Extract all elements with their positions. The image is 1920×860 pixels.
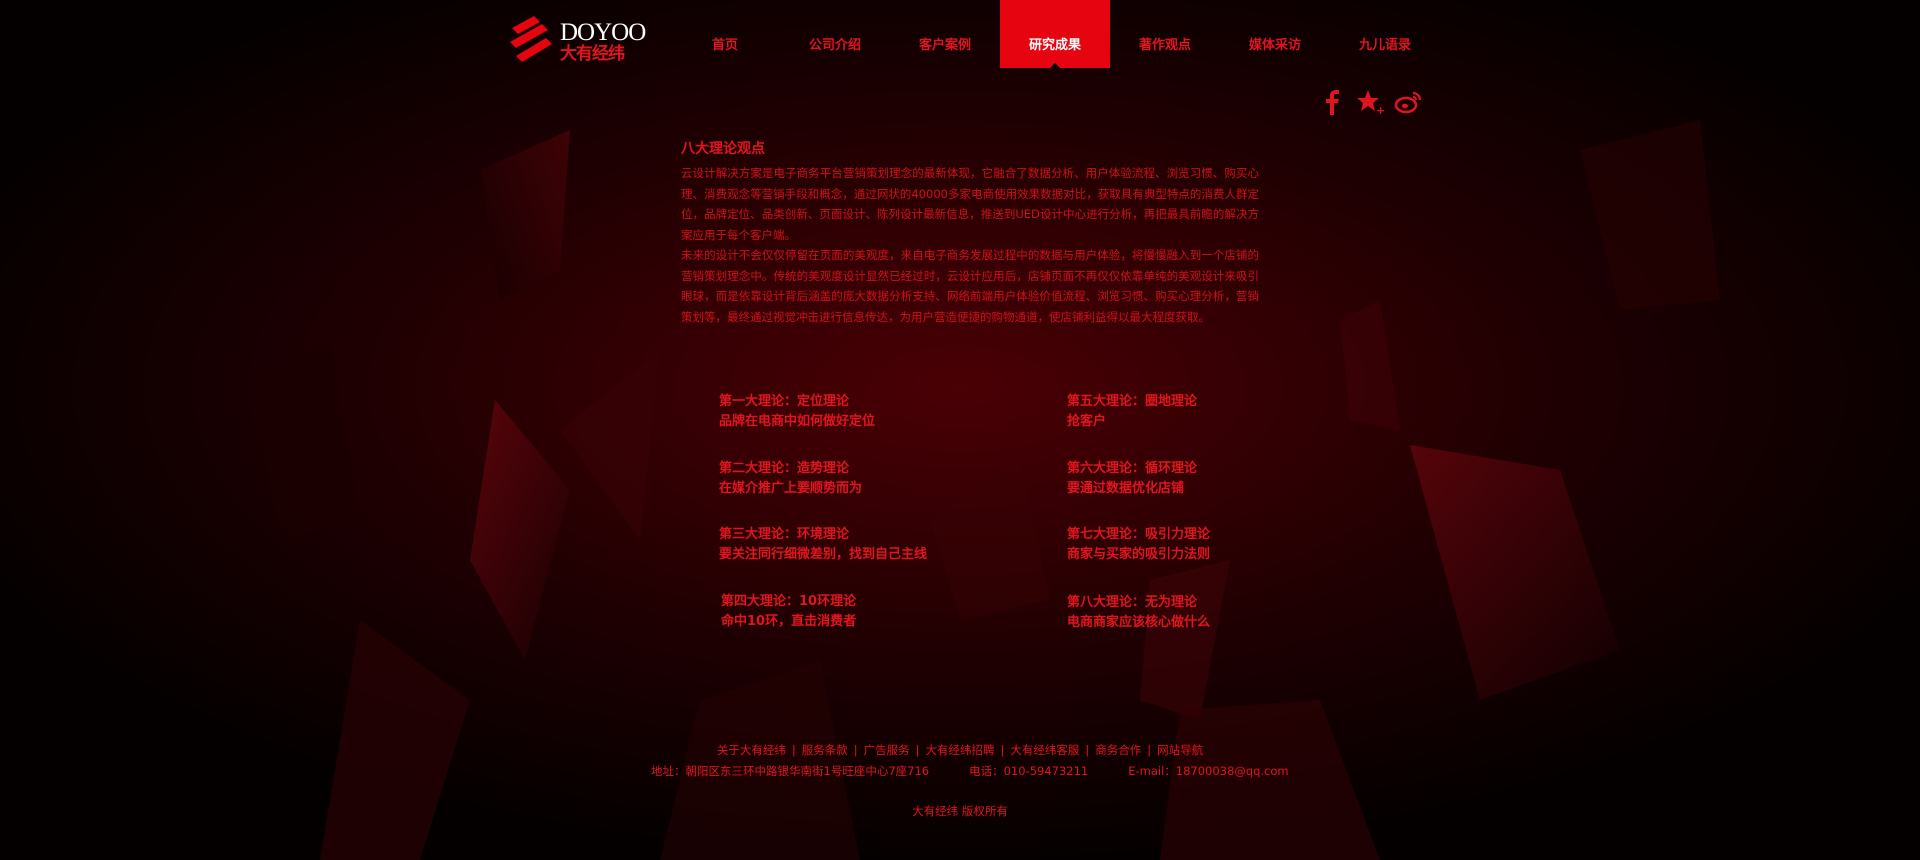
brand-logo[interactable]: DOYOO 大有经纬: [508, 14, 646, 66]
footer-links: 关于大有经纬 | 服务条款 | 广告服务 | 大有经纬招聘 | 大有经纬客服 | 商务合作 | 网站导航: [0, 742, 1920, 758]
theory-desc: 在媒介推广上要顺势而为: [719, 481, 863, 496]
intro-section: 八大理论观点 云设计解决方案是电子商务平台营销策划理念的最新体现，它融合了数据分…: [681, 138, 1259, 327]
theory-item: 第四大理论：10环理论 命中10环，直击消费者: [721, 592, 856, 632]
logo-text-en: DOYOO: [560, 19, 646, 46]
theory-desc: 要通过数据优化店铺: [1067, 481, 1185, 496]
theory-title: 第三大理论：环境理论: [719, 527, 850, 542]
logo-mark-icon: [510, 16, 552, 62]
theory-item: 第一大理论：定位理论 品牌在电商中如何做好定位: [719, 392, 875, 432]
social-links: +: [1318, 88, 1422, 116]
footer-phone: 电话：010-59473211: [969, 764, 1089, 778]
theory-item: 第八大理论：无为理论 电商商家应该核心做什么: [1067, 593, 1210, 633]
nav-label: 著作观点: [1138, 37, 1191, 53]
theory-item: 第六大理论：循环理论 要通过数据优化店铺: [1067, 459, 1197, 499]
theory-title: 第四大理论：10环理论: [721, 594, 857, 609]
footer-separator: |: [853, 743, 858, 757]
nav-item-about[interactable]: 公司介绍: [780, 0, 890, 68]
theory-desc: 电商商家应该核心做什么: [1067, 615, 1211, 630]
theory-item: 第五大理论：圈地理论 抢客户: [1067, 392, 1197, 432]
logo-text-cn: 大有经纬: [560, 44, 625, 64]
footer-link-ads[interactable]: 广告服务: [864, 743, 910, 757]
nav-item-cases[interactable]: 客户案例: [890, 0, 1000, 68]
theory-item: 第三大理论：环境理论 要关注同行细微差别，找到自己主线: [719, 525, 927, 565]
nav-item-home[interactable]: 首页: [670, 0, 780, 68]
nav-label: 客户案例: [918, 37, 971, 53]
nav-item-quotes[interactable]: 九儿语录: [1330, 0, 1440, 68]
intro-title: 八大理论观点: [681, 141, 765, 157]
theory-desc: 要关注同行细微差别，找到自己主线: [719, 547, 928, 562]
theory-title: 第七大理论：吸引力理论: [1067, 527, 1211, 542]
intro-paragraph-1: 云设计解决方案是电子商务平台营销策划理念的最新体现，它融合了数据分析、用户体验流…: [681, 166, 1259, 242]
theory-item: 第二大理论：造势理论 在媒介推广上要顺势而为: [719, 459, 862, 499]
theory-title: 第二大理论：造势理论: [719, 461, 850, 476]
nav-item-media[interactable]: 媒体采访: [1220, 0, 1330, 68]
theory-item: 第七大理论：吸引力理论 商家与买家的吸引力法则: [1067, 525, 1210, 565]
footer-link-jobs[interactable]: 大有经纬招聘: [926, 743, 995, 757]
star-icon[interactable]: +: [1356, 88, 1384, 116]
nav-item-research[interactable]: 研究成果: [1000, 0, 1110, 68]
footer-email: E-mail：18700038@qq.com: [1128, 764, 1289, 778]
theory-desc: 商家与买家的吸引力法则: [1067, 547, 1211, 562]
theory-desc: 抢客户: [1067, 414, 1107, 429]
nav-label: 首页: [711, 37, 738, 53]
theory-title: 第六大理论：循环理论: [1067, 461, 1198, 476]
theory-title: 第五大理论：圈地理论: [1067, 394, 1198, 409]
page: DOYOO 大有经纬 首页 公司介绍 客户案例 研究成果 著作观点 媒体采访 九…: [0, 0, 1920, 860]
footer-separator: |: [915, 743, 920, 757]
theory-title: 第一大理论：定位理论: [719, 394, 850, 409]
theory-desc: 命中10环，直击消费者: [721, 614, 857, 629]
facebook-icon[interactable]: [1318, 88, 1346, 116]
footer-separator: |: [1085, 743, 1090, 757]
footer-separator: |: [791, 743, 796, 757]
intro-paragraph-2: 未来的设计不会仅仅停留在页面的美观度，来自电子商务发展过程中的数据与用户体验，将…: [681, 248, 1259, 324]
nav-item-views[interactable]: 著作观点: [1110, 0, 1220, 68]
footer-link-sitemap[interactable]: 网站导航: [1157, 743, 1203, 757]
weibo-icon[interactable]: [1394, 88, 1422, 116]
theory-desc: 品牌在电商中如何做好定位: [719, 414, 876, 429]
footer-separator: |: [1147, 743, 1152, 757]
nav-label: 媒体采访: [1248, 37, 1301, 53]
footer-link-about[interactable]: 关于大有经纬: [717, 743, 786, 757]
copyright: 大有经纬 版权所有: [912, 804, 1008, 818]
svg-text:+: +: [1376, 104, 1384, 115]
nav-label: 公司介绍: [808, 37, 861, 53]
nav-label: 九儿语录: [1358, 37, 1411, 53]
footer-link-support[interactable]: 大有经纬客服: [1010, 743, 1079, 757]
footer-separator: |: [1000, 743, 1005, 757]
main-nav: 首页 公司介绍 客户案例 研究成果 著作观点 媒体采访 九儿语录: [670, 0, 1440, 68]
theory-title: 第八大理论：无为理论: [1067, 595, 1198, 610]
footer-link-terms[interactable]: 服务条款: [802, 743, 848, 757]
footer-link-business[interactable]: 商务合作: [1095, 743, 1141, 757]
nav-label: 研究成果: [1028, 37, 1081, 53]
footer-contact: 地址：朝阳区东三环中路银华南街1号旺座中心7座716 电话：010-594732…: [651, 763, 1289, 779]
footer-address: 地址：朝阳区东三环中路银华南街1号旺座中心7座716: [651, 764, 930, 778]
